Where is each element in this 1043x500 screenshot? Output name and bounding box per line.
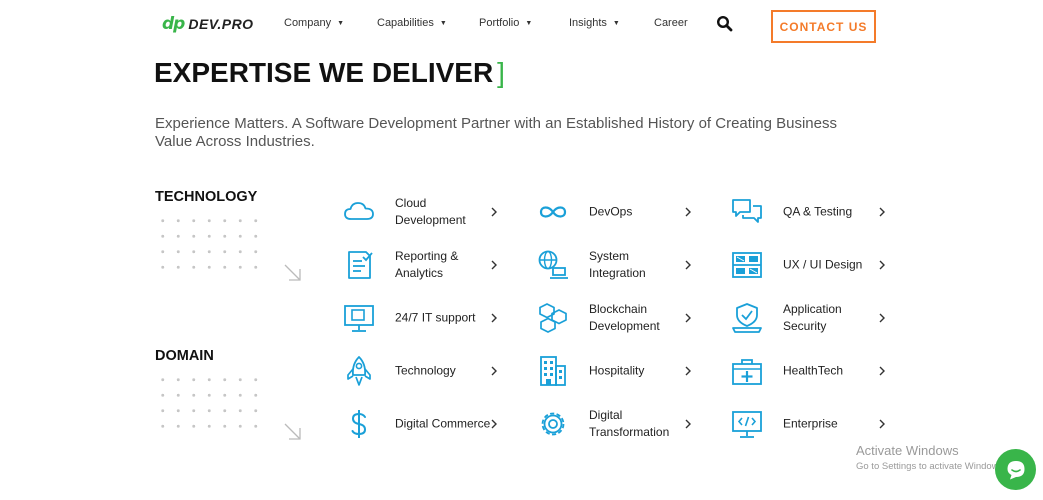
service-blockchain-development[interactable]: Blockchain Development <box>536 298 706 338</box>
watermark-title: Activate Windows <box>856 443 959 458</box>
nav-item-label: Career <box>654 17 688 29</box>
service-label: UX / UI Design <box>783 257 863 272</box>
service-label: DevOps <box>589 204 633 219</box>
logo-text: DEV.PRO <box>188 16 254 32</box>
chevron-right-icon <box>879 313 885 323</box>
service-digital-transformation[interactable]: Digital Transformation <box>536 404 706 444</box>
medical-kit-icon <box>732 359 762 385</box>
nav-item-insights[interactable]: Insights ▼ <box>569 17 654 29</box>
activate-windows-watermark: Activate Windows Go to Settings to activ… <box>856 443 1006 472</box>
page-title-text: EXPERTISE WE DELIVER <box>154 57 494 88</box>
service-hospitality[interactable]: Hospitality <box>536 351 706 391</box>
service-ux-ui-design[interactable]: UX / UI Design <box>730 245 900 285</box>
contact-us-button[interactable]: CONTACT US <box>771 10 876 43</box>
arrow-down-right-icon[interactable] <box>283 422 303 442</box>
nav-item-company[interactable]: Company ▼ <box>284 17 377 29</box>
service-it-support[interactable]: 24/7 IT support <box>342 298 512 338</box>
chat-icon <box>1007 460 1024 479</box>
service-label: Reporting & Analytics <box>395 249 459 280</box>
rocket-icon <box>347 356 371 386</box>
service-label: Application Security <box>783 302 842 333</box>
nav-item-label: Company <box>284 17 332 29</box>
globe-laptop-icon <box>538 250 568 279</box>
service-enterprise[interactable]: Enterprise <box>730 404 900 444</box>
logo[interactable]: dp DEV.PRO <box>162 14 254 34</box>
wireframe-icon <box>732 252 762 278</box>
page-title: EXPERTISE WE DELIVER] <box>154 57 505 89</box>
monitor-support-icon <box>344 305 374 332</box>
code-monitor-icon <box>732 411 762 438</box>
chevron-right-icon <box>879 419 885 429</box>
chevron-right-icon <box>685 260 691 270</box>
gear-icon <box>541 412 565 436</box>
service-label: Digital Commerce <box>395 416 491 431</box>
search-icon[interactable] <box>716 15 734 33</box>
service-label: Enterprise <box>783 416 838 431</box>
caret-down-icon: ▼ <box>439 19 447 27</box>
service-application-security[interactable]: Application Security <box>730 298 900 338</box>
watermark-subtitle: Go to Settings to activate Windows. <box>856 461 1006 472</box>
caret-down-icon: ▼ <box>337 19 345 27</box>
nav-item-portfolio[interactable]: Portfolio ▼ <box>479 17 569 29</box>
service-technology[interactable]: Technology <box>342 351 512 391</box>
service-label: Hospitality <box>589 363 645 378</box>
hotel-building-icon <box>540 356 566 386</box>
service-digital-commerce[interactable]: Digital Commerce <box>342 404 512 444</box>
service-qa-testing[interactable]: QA & Testing <box>730 192 900 232</box>
service-label: QA & Testing <box>783 204 853 219</box>
section-label-domain[interactable]: DOMAIN <box>155 348 214 364</box>
chevron-right-icon <box>685 366 691 376</box>
main-nav: Company ▼ Capabilities ▼ Portfolio ▼ Ins… <box>284 17 688 29</box>
site-header: dp DEV.PRO Company ▼ Capabilities ▼ Port… <box>0 0 1043 50</box>
chevron-right-icon <box>491 313 497 323</box>
service-label: HealthTech <box>783 363 844 378</box>
service-label: 24/7 IT support <box>395 310 476 325</box>
nav-item-label: Capabilities <box>377 17 434 29</box>
page-subtitle: Experience Matters. A Software Developme… <box>155 115 837 150</box>
service-healthtech[interactable]: HealthTech <box>730 351 900 391</box>
arrow-down-right-icon[interactable] <box>283 263 303 283</box>
chevron-right-icon <box>685 313 691 323</box>
nav-item-career[interactable]: Career <box>654 17 688 29</box>
infinity-icon <box>539 206 567 218</box>
service-system-integration[interactable]: System Integration <box>536 245 706 285</box>
chevron-right-icon <box>491 419 497 429</box>
chevron-right-icon <box>491 260 497 270</box>
service-devops[interactable]: DevOps <box>536 192 706 232</box>
chevron-right-icon <box>879 260 885 270</box>
blockchain-cubes-icon <box>539 303 567 333</box>
service-cloud-development[interactable]: Cloud Development <box>342 192 512 232</box>
title-bracket: ] <box>497 57 505 88</box>
caret-down-icon: ▼ <box>612 19 620 27</box>
service-label: Cloud Development <box>395 196 466 227</box>
chat-bubbles-icon <box>732 199 762 223</box>
nav-item-label: Portfolio <box>479 17 520 29</box>
service-label: Technology <box>395 363 456 378</box>
dot-pattern <box>155 213 267 277</box>
nav-item-capabilities[interactable]: Capabilities ▼ <box>377 17 479 29</box>
chevron-right-icon <box>685 419 691 429</box>
chevron-right-icon <box>685 207 691 217</box>
chevron-right-icon <box>879 366 885 376</box>
logo-mark: dp <box>162 14 185 34</box>
chevron-right-icon <box>491 207 497 217</box>
chevron-right-icon <box>491 366 497 376</box>
service-label: Digital Transformation <box>589 408 670 439</box>
nav-item-label: Insights <box>569 17 607 29</box>
service-label: Blockchain Development <box>589 302 660 333</box>
chat-button[interactable] <box>995 449 1036 490</box>
dot-pattern <box>155 372 267 436</box>
report-icon <box>348 251 373 279</box>
cloud-icon <box>344 202 374 220</box>
section-label-technology[interactable]: TECHNOLOGY <box>155 189 257 205</box>
dollar-icon <box>351 410 367 438</box>
service-reporting-analytics[interactable]: Reporting & Analytics <box>342 245 512 285</box>
service-label: System Integration <box>589 249 646 280</box>
caret-down-icon: ▼ <box>525 19 533 27</box>
chevron-right-icon <box>879 207 885 217</box>
laptop-shield-icon <box>732 303 762 333</box>
